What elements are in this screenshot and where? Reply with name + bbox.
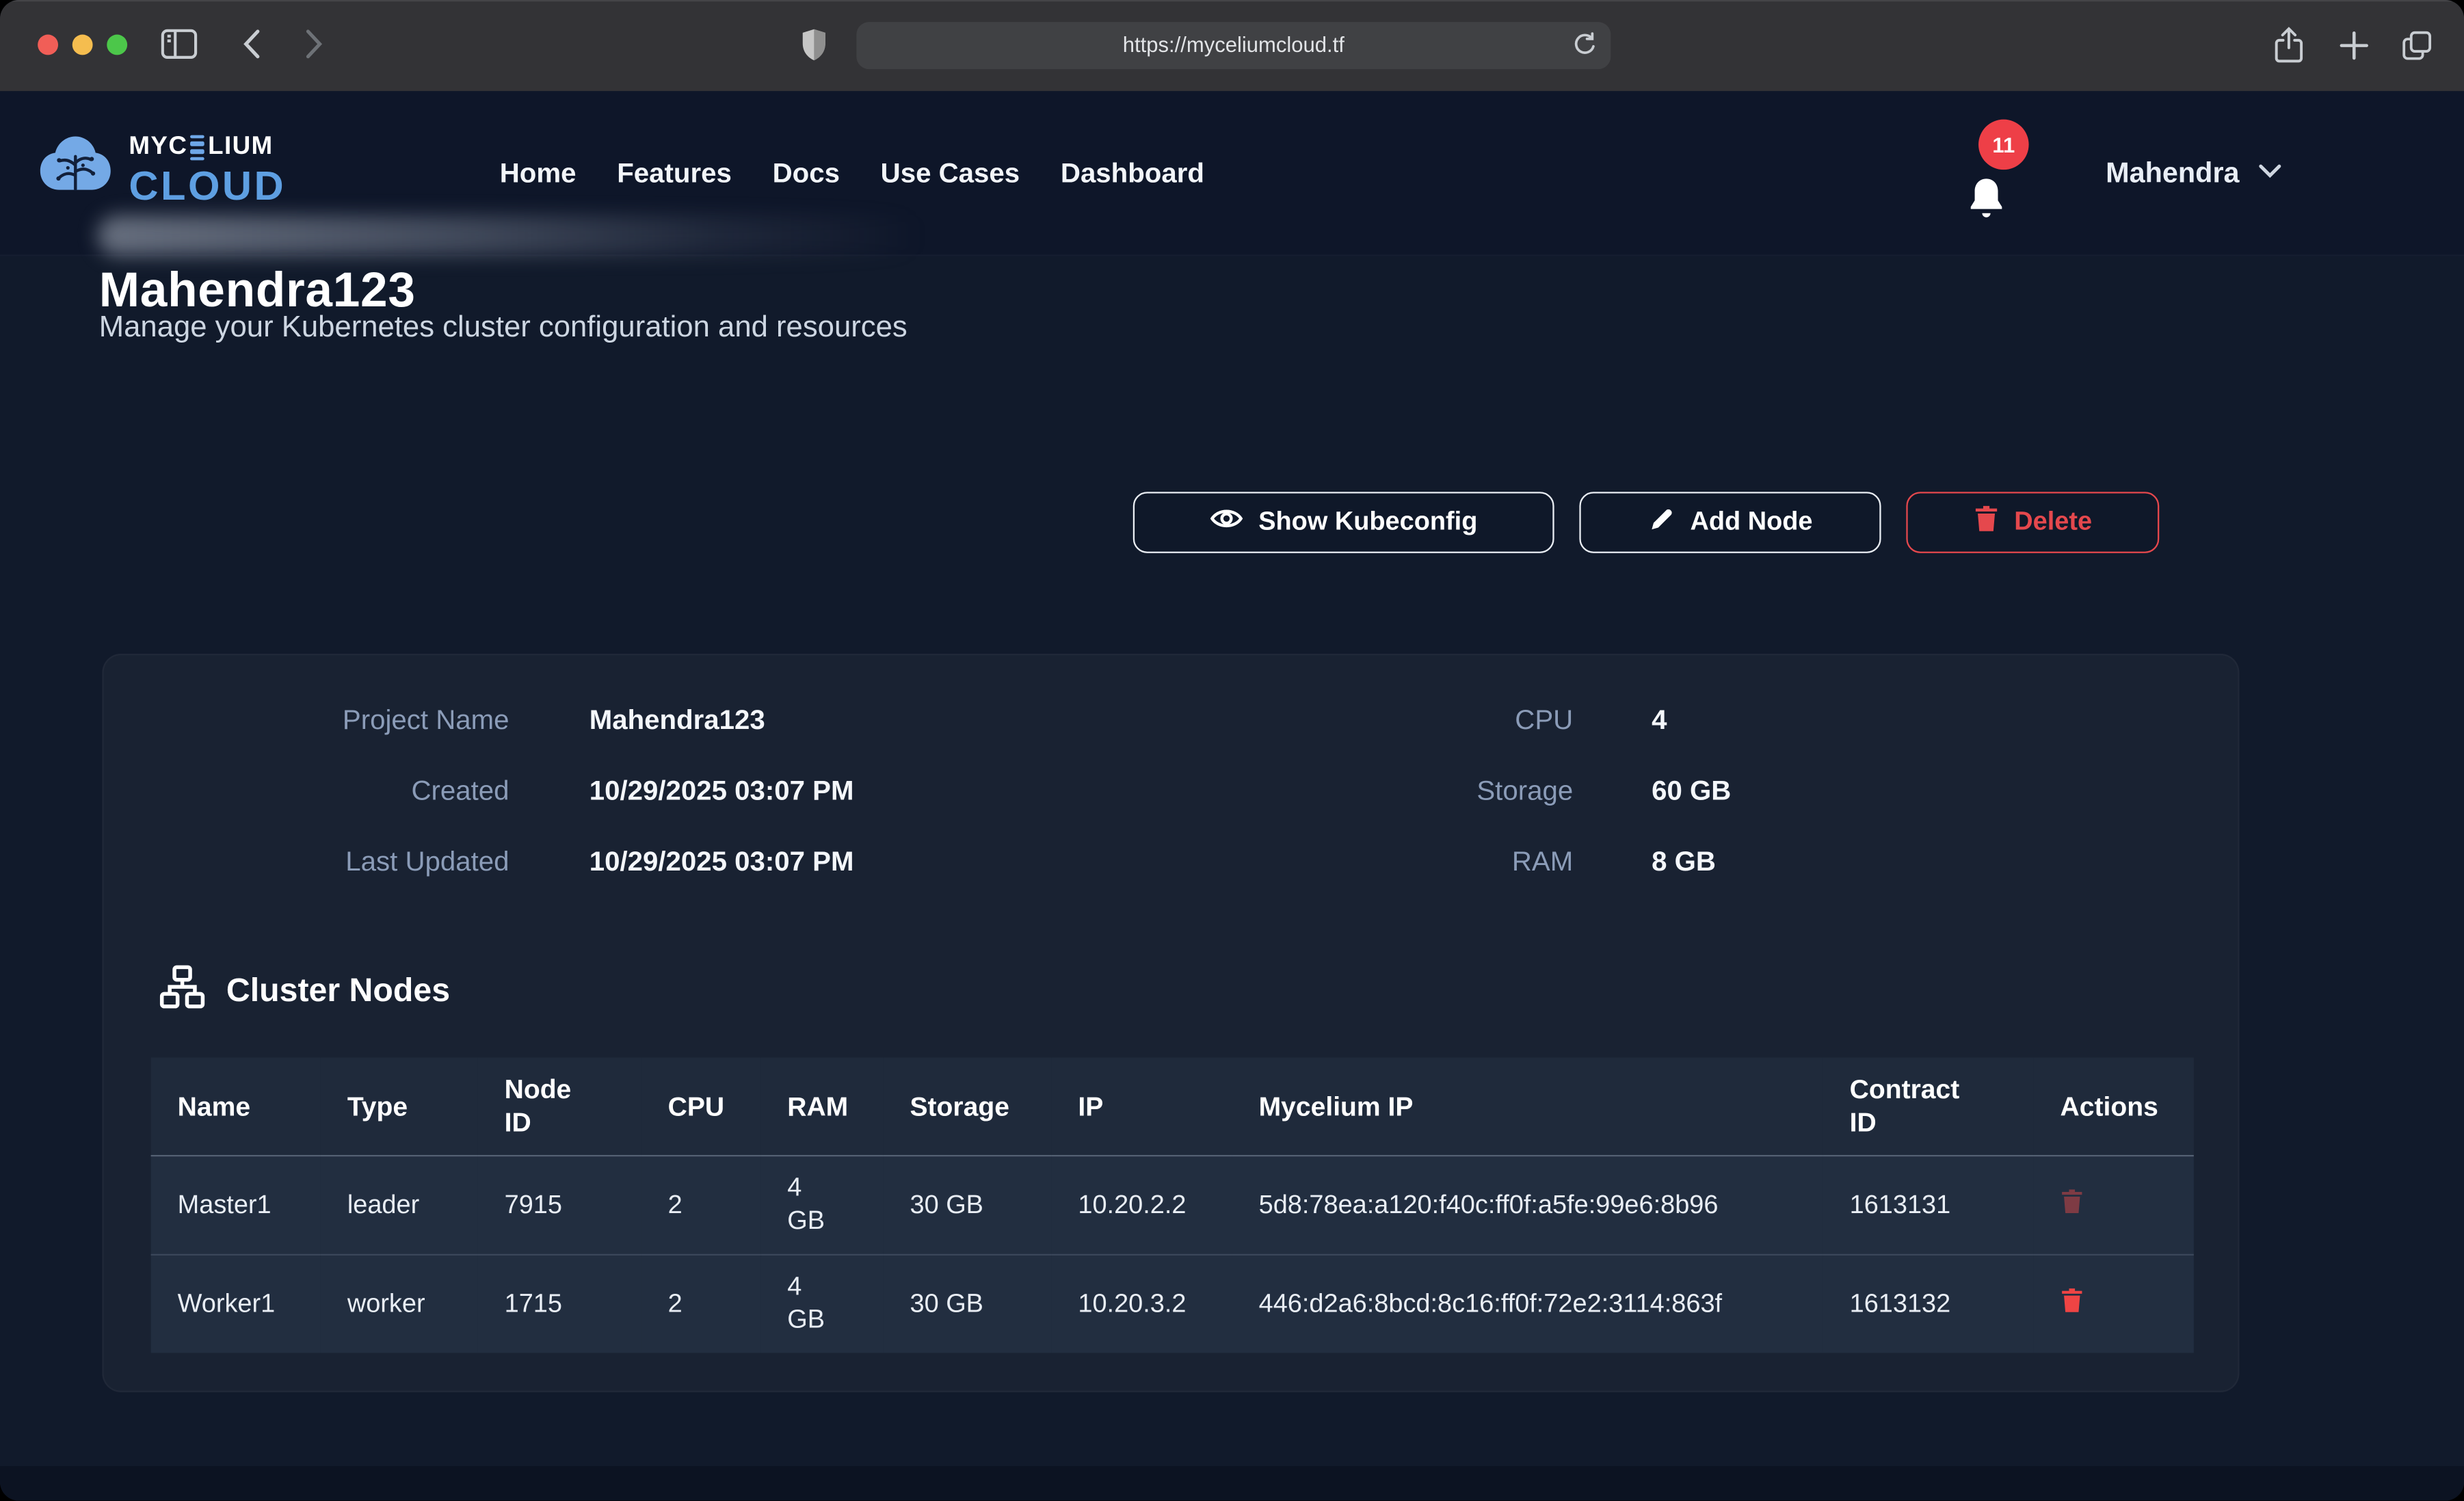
user-name: Mahendra [2106,157,2239,189]
notification-badge: 11 [1978,120,2029,170]
delete-node-button[interactable] [2061,1286,2084,1313]
logo-wordmark: MYC LIUM CLOUD [129,135,286,206]
cell-ip: 10.20.2.2 [1051,1156,1232,1255]
cell-ip: 10.20.3.2 [1051,1255,1232,1353]
close-window-button[interactable] [38,35,58,55]
cell-mycelium-ip: 5d8:78ea:a120:f40c:ff0f:a5fe:99e6:8b96 [1232,1156,1823,1255]
sidebar-toggle-icon[interactable] [160,28,198,59]
nav-link-use-cases[interactable]: Use Cases [881,157,1020,189]
tab-overview-icon[interactable] [2400,28,2435,63]
nav-link-home[interactable]: Home [500,157,577,189]
cluster-hierarchy-icon [159,964,206,1018]
col-header-node-id: Node ID [478,1057,641,1156]
new-tab-icon[interactable] [2338,30,2370,62]
browser-toolbar: https://myceliumcloud.tf [0,0,2464,93]
user-menu[interactable]: Mahendra [2106,91,2281,254]
cell-type: worker [321,1255,478,1353]
col-header-actions: Actions [2033,1057,2193,1156]
col-header-type: Type [321,1057,478,1156]
reload-icon[interactable] [1572,31,1598,66]
footer-strip [0,1466,2464,1501]
cell-ram: 4 GB [760,1255,883,1353]
cell-type: leader [321,1156,478,1255]
cell-node-id: 1715 [478,1255,641,1353]
cell-storage: 30 GB [883,1255,1051,1353]
created-value: 10/29/2025 03:07 PM [509,773,1218,808]
nav-link-features[interactable]: Features [617,157,732,189]
col-header-mycelium-ip: Mycelium IP [1232,1057,1823,1156]
back-icon[interactable] [242,28,261,59]
minimize-window-button[interactable] [72,35,93,55]
main-nav: Home Features Docs Use Cases Dashboard [500,91,1204,254]
trash-icon [1974,505,1999,541]
cell-name: Worker1 [151,1255,321,1353]
ram-label: RAM [1218,844,1573,879]
forward-icon[interactable] [305,28,324,59]
eye-icon [1210,506,1243,539]
storage-value: 60 GB [1573,773,2206,808]
cluster-actions: Show Kubeconfig Add Node [1133,492,2160,553]
table-row: Worker1 worker 1715 2 4 GB 30 GB 10.20.3… [151,1255,2194,1353]
add-node-button[interactable]: Add Node [1579,492,1881,553]
browser-window: https://myceliumcloud.tf [0,0,2464,1500]
chevron-down-icon [2258,159,2281,187]
zoom-window-button[interactable] [107,35,127,55]
col-header-storage: Storage [883,1057,1051,1156]
share-icon[interactable] [2273,25,2305,64]
cell-mycelium-ip: 446:d2a6:8bcd:8c16:ff0f:72e2:3114:863f [1232,1255,1823,1353]
cell-storage: 30 GB [883,1156,1051,1255]
nav-link-docs[interactable]: Docs [773,157,840,189]
ram-value: 8 GB [1573,844,2206,879]
delete-node-button[interactable] [2061,1187,2084,1214]
cell-ram: 4 GB [760,1156,883,1255]
mycelium-cloud-logo-icon [38,132,113,209]
project-name-value: Mahendra123 [509,702,1218,737]
cell-name: Master1 [151,1156,321,1255]
project-name-label: Project Name [104,702,509,737]
cell-cpu: 2 [641,1255,761,1353]
created-label: Created [104,773,509,808]
col-header-cpu: CPU [641,1057,761,1156]
cell-contract-id: 1613132 [1823,1255,2034,1353]
notifications-button[interactable]: 11 [1964,176,2008,230]
nav-link-dashboard[interactable]: Dashboard [1061,157,1204,189]
page-viewport: Mahendra123 Manage your Kubernetes clust… [0,91,2464,1500]
screen: https://myceliumcloud.tf [0,0,2464,1500]
cluster-info-grid: Project Name Mahendra123 CPU 4 Created 1… [104,702,2207,878]
last-updated-label: Last Updated [104,844,509,879]
pencil-icon [1647,505,1674,540]
logo-line1: MYC LIUM [129,135,286,161]
privacy-shield-icon[interactable] [800,27,828,63]
cpu-value: 4 [1573,702,2206,737]
last-updated-value: 10/29/2025 03:07 PM [509,844,1218,879]
url-text: https://myceliumcloud.tf [856,22,1611,69]
cell-node-id: 7915 [478,1156,641,1255]
delete-cluster-button[interactable]: Delete [1906,492,2159,553]
cluster-nodes-table: Name Type Node ID CPU RAM Storage IP Myc… [151,1057,2194,1353]
col-header-name: Name [151,1057,321,1156]
col-header-contract-id: Contract ID [1823,1057,2034,1156]
logo-line2: CLOUD [129,165,286,207]
cell-actions [2033,1156,2193,1255]
storage-label: Storage [1218,773,1573,808]
cell-actions [2033,1255,2193,1353]
page-subtitle: Manage your Kubernetes cluster configura… [99,311,908,346]
cluster-nodes-heading: Cluster Nodes [159,964,450,1018]
bell-icon [1964,202,2008,229]
table-row: Master1 leader 7915 2 4 GB 30 GB 10.20.2… [151,1156,2194,1255]
site-navbar: MYC LIUM CLOUD Home Features Docs Use Ca… [0,91,2464,256]
page-title: Mahendra123 [99,262,416,319]
cell-contract-id: 1613131 [1823,1156,2034,1255]
show-kubeconfig-button[interactable]: Show Kubeconfig [1133,492,1554,553]
site-logo[interactable]: MYC LIUM CLOUD [38,132,286,209]
address-bar[interactable]: https://myceliumcloud.tf [856,22,1611,69]
cell-cpu: 2 [641,1156,761,1255]
logo-e-glyph [191,135,205,161]
col-header-ram: RAM [760,1057,883,1156]
table-header-row: Name Type Node ID CPU RAM Storage IP Myc… [151,1057,2194,1156]
cluster-details-card: Project Name Mahendra123 CPU 4 Created 1… [102,654,2239,1392]
cpu-label: CPU [1218,702,1573,737]
col-header-ip: IP [1051,1057,1232,1156]
